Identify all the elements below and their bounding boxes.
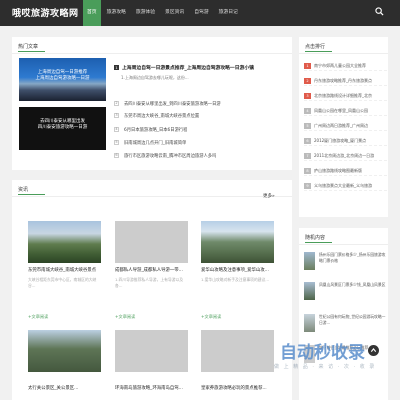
ranking-item-title[interactable]: 南宁市郊两儿童公园大全推荐 [314,63,366,69]
news-card-readmore[interactable]: +文章阅读 [115,314,135,320]
news-card-image[interactable] [115,221,188,263]
ranking-item[interactable]: 5 广州周边两日游推荐_广州周边 [304,122,387,131]
ranking-item[interactable]: 9 义乌旅游景点大全最新_义乌旅游 [304,182,387,191]
random-item-title[interactable]: 世纪公园有何玩物_世纪公园游玩攻略一日游... [319,314,387,326]
ranking-item-rank: 8 [304,168,311,174]
ranking-item-rank: 9 [304,183,311,189]
random-item-image[interactable] [304,314,315,332]
featured-article-desc: 1.上海周边自驾游去哪儿玩呢，这份... [121,75,189,80]
ranking-item-rank: 7 [304,153,311,159]
hot-list-rank: 3 [114,113,119,118]
news-card-image-bottom[interactable] [115,330,188,372]
news-card-image[interactable] [28,221,101,263]
hot-list-title[interactable]: 东莞市周边大峡谷_南城大峡谷景点位置 [124,113,199,119]
arrow-up-icon [370,347,377,352]
main-nav: 首页 旅游攻略 旅游体验 景区资讯 自驾游 旅游日记 [83,0,244,26]
news-card-image[interactable] [201,221,274,263]
random-item[interactable]: 世纪公园有何玩物_世纪公园游玩攻略一日游... [304,314,387,338]
news-title: 资讯 [18,187,46,195]
back-to-top-button[interactable] [368,345,379,356]
hot-list-item[interactable]: 2 去四川泰安从哪里出发_到四川泰安旅游攻略一日游 [114,100,286,107]
ranking-item-title[interactable]: 凤凰山公园在哪里_凤凰山公园 [314,108,368,114]
news-card-title-bottom[interactable]: 皇家养旅游攻略必玩的景点推荐... [201,385,267,391]
hot-list-item[interactable]: 6 旅行市区旅游攻略云南_腾冲市区周边旅游人多吗 [114,152,286,159]
ranking-item[interactable]: 6 2012厦门旅游攻略_厦门景点 [304,137,387,146]
nav-item-guides[interactable]: 旅游攻略 [103,0,130,26]
ranking-item[interactable]: 1 南宁市郊两儿童公园大全推荐 [304,62,387,71]
random-content-header: 随机内容 [299,228,388,245]
hot-list-title[interactable]: 旧南城周边几点开门_旧南城简单 [124,140,186,146]
news-header: 资讯 [12,180,292,197]
news-card-title[interactable]: 成都私人导游_成都私人导游一带... [115,267,189,273]
search-icon[interactable] [375,7,384,16]
news-card-readmore[interactable]: +文章阅读 [201,314,221,320]
news-card-title[interactable]: 爱华山攻略及注意事项_爱华山攻... [201,267,275,273]
hot-thumbnail-1-caption: 上海周边自驾一日游推荐 上海周边自驾游攻略一日游 [35,70,90,81]
more-link[interactable]: 更多» [263,193,275,199]
ranking-item[interactable]: 7 2011北京周边游_北京周边一日游 [304,152,387,161]
news-card-readmore[interactable]: +文章阅读 [28,314,48,320]
nav-item-home[interactable]: 首页 [83,0,101,26]
hot-list-rank: 5 [114,140,119,145]
random-item[interactable]: 扬州乐园门票价格多少_扬州乐园旅游攻略门票价格 [304,252,387,276]
featured-article-rank: 1 [114,65,119,70]
watermark-subtext: 做 上 精 品 · 来 访 · 次 · 收 录 [274,364,376,370]
hot-list-item[interactable]: 3 东莞市周边大峡谷_南城大峡谷景点位置 [114,112,286,119]
click-ranking-title: 点击排行 [305,44,333,52]
ranking-item[interactable]: 2 丹东旅游攻略推荐_丹东旅游景点 [304,77,387,86]
news-card-desc: 1.四川导游推荐私人导游，上有导游以及各... [115,277,184,288]
hot-thumbnail-2-caption: 去四川泰安从哪里出发 四川泰安旅游攻略一日游 [37,119,88,130]
random-item-title[interactable]: 凤凰山风景区门票多少钱_凤凰山风景区 [319,282,387,288]
ranking-item-title[interactable]: 庐山旅游路线攻略图最新版 [314,168,362,174]
news-card-title-bottom[interactable]: 太行关公景区_关公景区... [28,385,78,391]
hot-articles-header: 热门文章 [12,37,292,54]
ranking-item-title[interactable]: 2011北京周边游_北京周边一日游 [314,153,374,159]
hot-list-title[interactable]: 旅行市区旅游攻略云南_腾冲市区周边旅游人多吗 [124,153,216,159]
hot-list-rank: 2 [114,101,119,106]
ranking-item-title[interactable]: 广州周边两日游推荐_广州周边 [314,123,368,129]
click-ranking-header: 点击排行 [299,37,388,54]
ranking-item[interactable]: 3 北京旅游路线设计详细推荐_北京 [304,92,387,101]
ranking-item-rank: 2 [304,78,311,84]
random-item-title[interactable]: 扬州乐园门票价格多少_扬州乐园旅游攻略门票价格 [319,252,387,264]
random-content-title: 随机内容 [305,235,333,243]
ranking-item-rank: 5 [304,123,311,129]
news-card-image-bottom[interactable] [28,330,101,372]
ranking-item-rank: 6 [304,138,311,144]
hot-list-rank: 6 [114,153,119,158]
ranking-item-rank: 1 [304,63,311,69]
hot-list-item[interactable]: 5 旧南城周边几点开门_旧南城简单 [114,139,286,146]
ranking-item[interactable]: 4 凤凰山公园在哪里_凤凰山公园 [304,107,387,116]
ranking-item-title[interactable]: 丹东旅游攻略推荐_丹东旅游景点 [314,78,372,84]
hot-articles-title: 热门文章 [18,44,46,52]
ranking-item-rank: 4 [304,108,311,114]
random-item-image[interactable] [304,282,315,300]
ranking-item-rank: 3 [304,93,311,99]
hot-thumbnail-1[interactable]: 上海周边自驾一日游推荐 上海周边自驾游攻略一日游 [19,58,106,101]
nav-item-diary[interactable]: 旅游日记 [215,0,242,26]
site-logo[interactable]: 哦哎旅游攻略网 [12,6,79,19]
random-item-image[interactable] [304,252,315,270]
featured-article[interactable]: 1 上海周边自驾一日游景点推荐_上海周边自驾游攻略一日游小镇 1.上海周边自驾游去… [114,64,286,81]
ranking-item-title[interactable]: 2012厦门旅游攻略_厦门景点 [314,138,366,144]
hot-list-rank: 4 [114,127,119,132]
nav-item-experience[interactable]: 旅游体验 [132,0,159,26]
ranking-item-title[interactable]: 北京旅游路线设计详细推荐_北京 [314,93,372,99]
news-card-desc: 1.爱华山攻略对新手及注意事项的建议... [201,277,269,282]
news-card-desc: 大峡谷相距东莞市中心区，南城区的大峡谷... [28,277,97,288]
ranking-item[interactable]: 8 庐山旅游路线攻略图最新版 [304,167,387,176]
nav-item-news[interactable]: 景区资讯 [161,0,188,26]
nav-item-selfdrive[interactable]: 自驾游 [190,0,212,26]
news-card-title[interactable]: 东莞市南城大峡谷_南城大峡谷景点 [28,267,102,273]
news-card-title-bottom[interactable]: 环海南岛旅游攻略_环海南岛自驾... [115,385,183,391]
hot-thumbnail-2[interactable]: 去四川泰安从哪里出发 四川泰安旅游攻略一日游 [19,107,106,150]
ranking-item-title[interactable]: 义乌旅游景点大全最新_义乌旅游 [314,183,372,189]
random-item[interactable]: 凤凰山风景区门票多少钱_凤凰山风景区 [304,282,387,306]
featured-article-title[interactable]: 上海周边自驾一日游景点推荐_上海周边自驾游攻略一日游小镇 [122,66,254,71]
hot-list-title[interactable]: 6月日本旅游攻略_日本6日游行程 [124,127,187,133]
hot-list-title[interactable]: 去四川泰安从哪里出发_到四川泰安旅游攻略一日游 [124,101,221,107]
top-navbar: 哦哎旅游攻略网 首页 旅游攻略 旅游体验 景区资讯 自驾游 旅游日记 [0,0,400,26]
watermark-text: 自动秒收录 [280,343,365,363]
hot-list-item[interactable]: 4 6月日本旅游攻略_日本6日游行程 [114,126,286,133]
